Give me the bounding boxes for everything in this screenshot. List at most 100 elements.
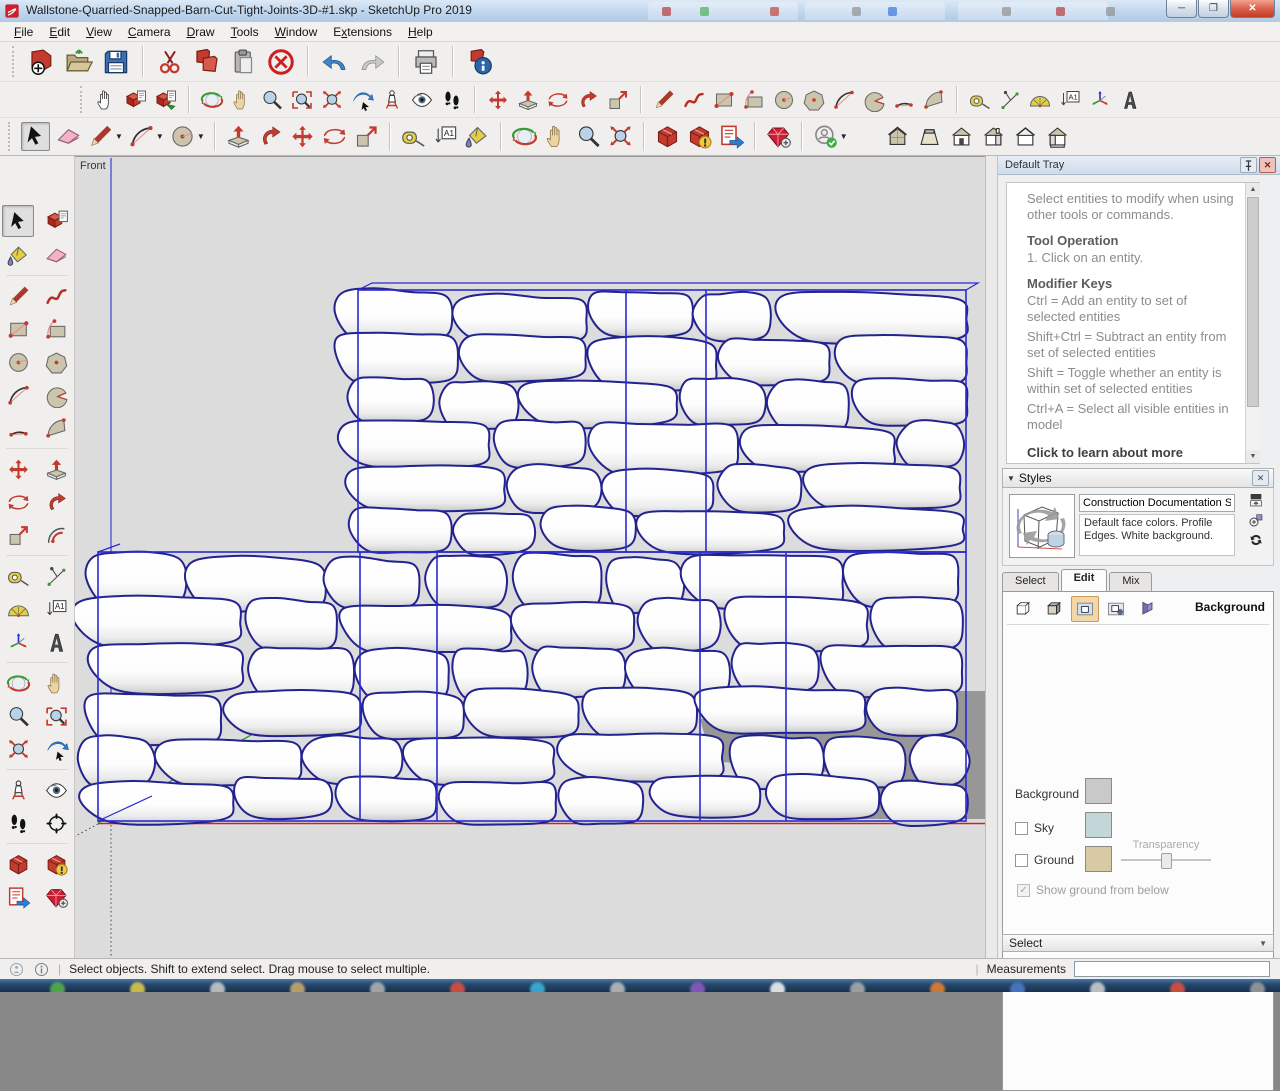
open-button[interactable] — [64, 47, 94, 77]
arc-3pt-button[interactable] — [3, 413, 33, 443]
taskbar-app-icon[interactable] — [850, 982, 865, 992]
taskbar-app-icon[interactable] — [50, 982, 65, 992]
move-button[interactable] — [3, 454, 33, 484]
extension-manager-button[interactable] — [41, 882, 71, 912]
scrollbar-thumb[interactable] — [1247, 197, 1259, 407]
send-to-layout-button[interactable] — [3, 882, 33, 912]
styles-close-icon[interactable]: ✕ — [1252, 470, 1269, 486]
circle-button[interactable] — [772, 88, 796, 112]
view-front-button[interactable] — [948, 123, 975, 150]
arc-2pt-button[interactable] — [832, 88, 856, 112]
view-left-button[interactable] — [1044, 123, 1071, 150]
cut-button[interactable] — [155, 47, 185, 77]
ground-color-swatch[interactable] — [1085, 846, 1112, 872]
close-button[interactable]: ✕ — [1230, 0, 1275, 18]
taskbar-app-icon[interactable] — [450, 982, 465, 992]
style-thumbnail[interactable] — [1009, 494, 1075, 558]
slider-thumb[interactable] — [1161, 853, 1172, 869]
edge-settings-button[interactable] — [1009, 596, 1037, 622]
menu-help[interactable]: Help — [400, 23, 441, 41]
line-button[interactable]: ▼ — [87, 123, 123, 150]
taskbar-app-icon[interactable] — [530, 982, 545, 992]
menu-camera[interactable]: Camera — [120, 23, 179, 41]
update-style-icon[interactable] — [1248, 532, 1264, 548]
zoom-button[interactable] — [575, 123, 602, 150]
make-component-button[interactable] — [124, 88, 148, 112]
warehouse-share-button[interactable] — [3, 849, 33, 879]
orbit-button[interactable] — [511, 123, 538, 150]
pin-icon[interactable] — [1240, 157, 1257, 173]
dimension-button[interactable]: A1 — [432, 123, 459, 150]
previous-button[interactable] — [41, 734, 71, 764]
eraser-button[interactable] — [55, 123, 82, 150]
scroll-up-icon[interactable]: ▲ — [1246, 183, 1260, 196]
model-info-button[interactable] — [465, 47, 495, 77]
modeling-settings-button[interactable] — [1133, 596, 1161, 622]
freehand-button[interactable] — [41, 281, 71, 311]
background-settings-button[interactable] — [1071, 596, 1099, 622]
make-component-button[interactable] — [42, 205, 72, 235]
send-to-layout-button[interactable] — [718, 123, 745, 150]
rotate-button[interactable] — [3, 487, 33, 517]
warehouse-alert-button[interactable] — [41, 849, 71, 879]
position-camera-button[interactable] — [3, 775, 33, 805]
zoom-window-button[interactable] — [41, 701, 71, 731]
face-settings-button[interactable] — [1040, 596, 1068, 622]
toolbar-drag-handle[interactable] — [8, 122, 14, 151]
scroll-down-icon[interactable]: ▼ — [1246, 450, 1260, 463]
zoom-extents-button[interactable] — [320, 88, 344, 112]
pan-button[interactable] — [543, 123, 570, 150]
rectangle-button[interactable] — [712, 88, 736, 112]
component-import-button[interactable] — [154, 88, 178, 112]
measurements-input[interactable] — [1074, 961, 1270, 977]
menu-extensions[interactable]: Extensions — [325, 23, 400, 41]
new-button[interactable] — [27, 47, 57, 77]
follow-me-button[interactable] — [576, 88, 600, 112]
arc-2pt-button[interactable] — [3, 380, 33, 410]
select-panel-collapsed-bar[interactable]: Select ▼ — [1002, 934, 1274, 952]
dropdown-arrow-icon[interactable]: ▼ — [840, 132, 848, 141]
pie-button[interactable] — [41, 380, 71, 410]
taskbar-app-icon[interactable] — [690, 982, 705, 992]
toolbar-drag-handle[interactable] — [80, 86, 86, 113]
tape-measure-button[interactable] — [968, 88, 992, 112]
account-button[interactable]: ▼ — [812, 123, 848, 150]
rotate-button[interactable] — [546, 88, 570, 112]
sky-checkbox[interactable] — [1015, 822, 1028, 835]
title-bar[interactable]: Wallstone-Quarried-Snapped-Barn-Cut-Tigh… — [0, 0, 1280, 23]
arc-3pt-button[interactable] — [892, 88, 916, 112]
taskbar-app-icon[interactable] — [1090, 982, 1105, 992]
freehand-button[interactable] — [682, 88, 706, 112]
walk-button[interactable] — [3, 808, 33, 838]
undo-button[interactable] — [320, 47, 350, 77]
rotated-rectangle-button[interactable] — [742, 88, 766, 112]
paint-button[interactable] — [3, 240, 33, 270]
paint-button[interactable] — [464, 123, 491, 150]
secondary-pane-icon[interactable] — [1248, 492, 1264, 508]
tray-close-icon[interactable]: ✕ — [1259, 157, 1276, 173]
watermark-settings-button[interactable] — [1102, 596, 1130, 622]
restore-button[interactable]: ❐ — [1198, 0, 1229, 18]
extension-manager-button[interactable] — [765, 123, 792, 150]
walk-button[interactable] — [440, 88, 464, 112]
view-right-button[interactable] — [980, 123, 1007, 150]
tab-edit[interactable]: Edit — [1060, 569, 1108, 591]
follow-me-button[interactable] — [41, 487, 71, 517]
menu-tools[interactable]: Tools — [223, 23, 267, 41]
menu-view[interactable]: View — [78, 23, 120, 41]
rectangle-button[interactable] — [3, 314, 33, 344]
dimension-button[interactable]: A1 — [41, 594, 71, 624]
ground-checkbox[interactable] — [1015, 854, 1028, 867]
zoom-extents-button[interactable] — [607, 123, 634, 150]
zoom-button[interactable] — [3, 701, 33, 731]
pan-button[interactable] — [41, 668, 71, 698]
orbit-button[interactable] — [3, 668, 33, 698]
tray-header[interactable]: Default Tray ✕ — [998, 156, 1280, 175]
menu-edit[interactable]: Edit — [41, 23, 78, 41]
scale-button[interactable] — [606, 88, 630, 112]
previous-button[interactable] — [350, 88, 374, 112]
axes-colored-button[interactable] — [3, 627, 33, 657]
model-3d-view[interactable] — [75, 157, 985, 959]
taskbar-app-icon[interactable] — [370, 982, 385, 992]
viewport-canvas[interactable]: Front — [75, 156, 985, 959]
